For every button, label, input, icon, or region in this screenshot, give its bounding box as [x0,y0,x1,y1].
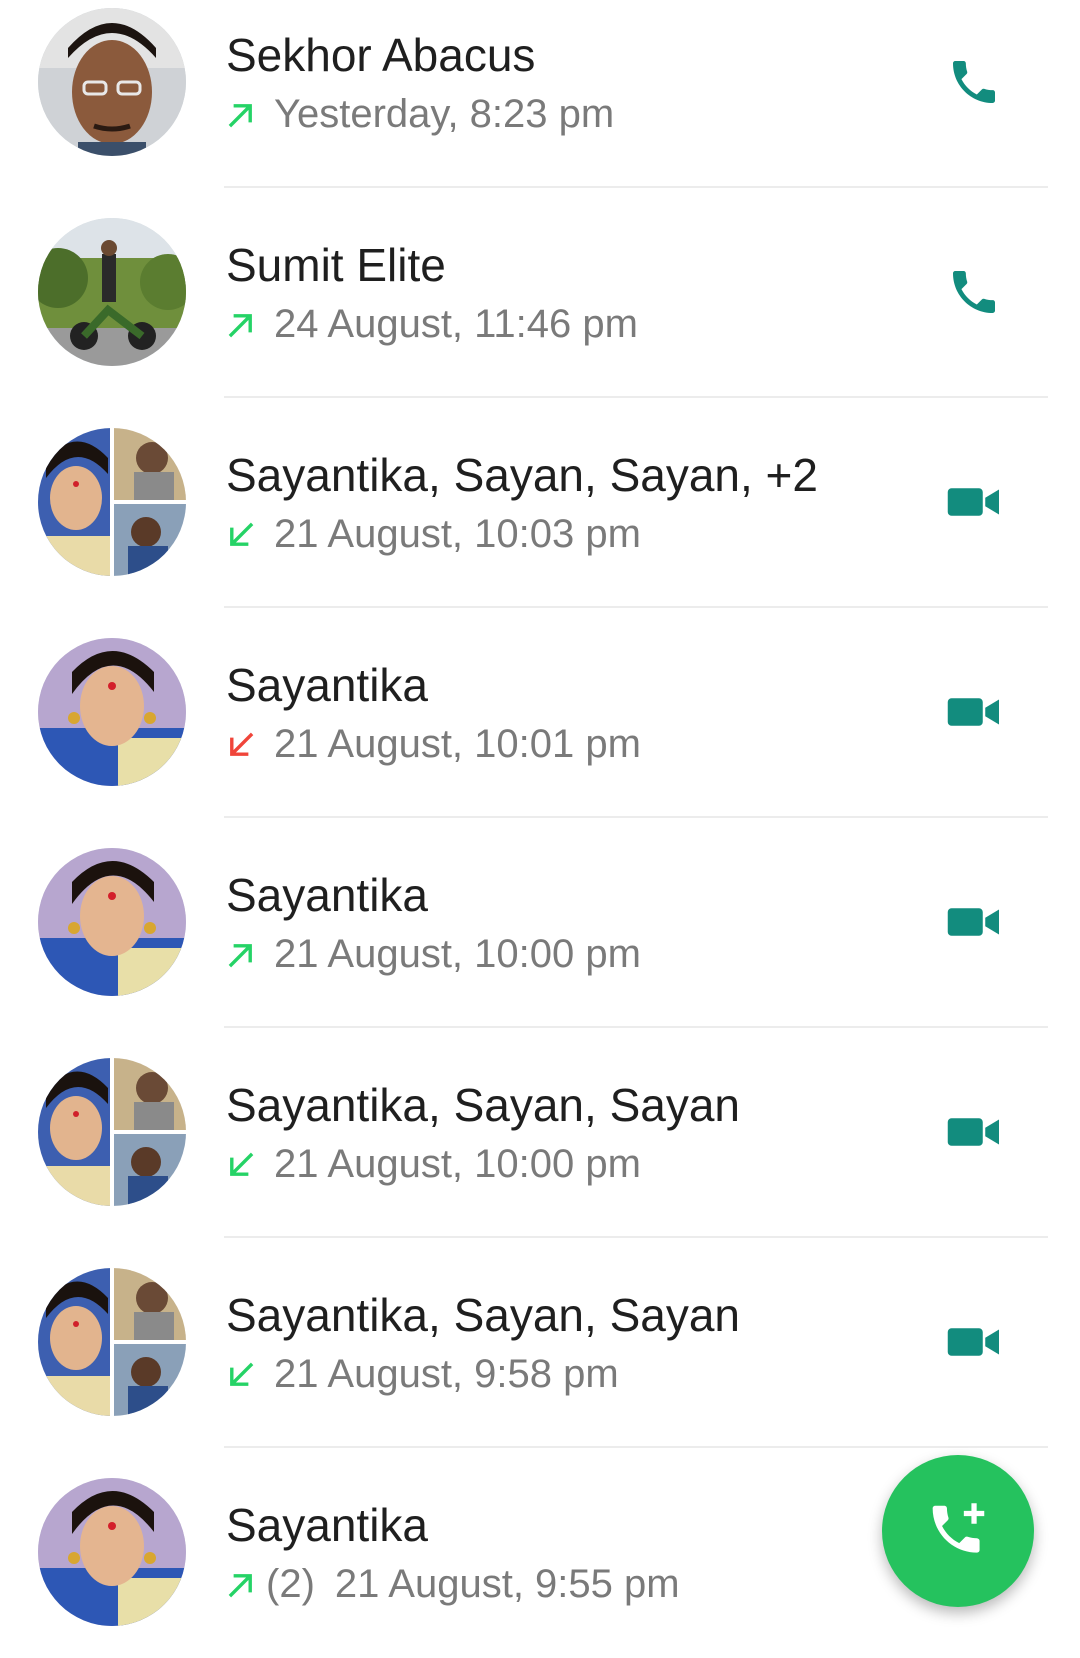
contact-avatar[interactable] [38,848,186,996]
new-call-fab[interactable] [882,1455,1034,1607]
contact-name: Sayantika [226,1499,429,1551]
contact-name: Sayantika, Sayan, Sayan, +2 [226,449,819,501]
video-call-button[interactable] [938,886,1010,958]
video-camera-icon [947,908,999,936]
incoming-arrow-icon [230,1152,254,1176]
contact-name: Sekhor Abacus [226,29,536,81]
video-call-button[interactable] [938,1096,1010,1168]
call-details: Yesterday, 8:23 pm [224,92,614,137]
call-details: 21 August, 10:00 pm [224,1142,641,1187]
video-call-button[interactable] [938,1306,1010,1378]
call-details: 24 August, 11:46 pm [224,302,638,347]
call-row[interactable]: Sayantika, Sayan, Sayan 21 August, 10:00… [0,1028,1080,1238]
missed-arrow-icon [230,732,254,756]
call-time: 21 August, 10:03 pm [274,512,641,556]
call-details: 21 August, 10:01 pm [224,722,641,767]
call-row[interactable]: Sayantika 21 August, 10:00 pm [0,818,1080,1028]
contact-name: Sayantika, Sayan, Sayan [226,1289,740,1341]
incoming-arrow-icon [230,522,254,546]
call-time: 21 August, 10:01 pm [274,722,641,766]
contact-name: Sayantika [226,869,429,921]
contact-avatar[interactable] [38,218,186,366]
contact-avatar[interactable] [38,1478,186,1626]
voice-call-button[interactable] [938,46,1010,118]
add-call-icon [932,1503,985,1553]
call-row[interactable]: Sumit Elite 24 August, 11:46 pm [0,188,1080,398]
contact-avatar[interactable] [38,638,186,786]
contact-avatar[interactable] [38,8,186,156]
contact-name: Sayantika [226,659,429,711]
call-details: 21 August, 10:00 pm [224,932,641,977]
call-row[interactable]: Sekhor Abacus Yesterday, 8:23 pm [0,0,1080,188]
video-call-button[interactable] [938,466,1010,538]
video-camera-icon [947,698,999,726]
call-time: 21 August, 9:55 pm [334,1562,680,1606]
group-avatar[interactable] [38,1268,186,1416]
outgoing-arrow-icon [228,313,252,337]
call-time: 21 August, 10:00 pm [274,932,641,976]
call-count: (2) [266,1562,315,1606]
call-details: (2) 21 August, 9:55 pm [224,1562,680,1607]
call-details: 21 August, 9:58 pm [224,1352,619,1397]
call-row[interactable]: Sayantika, Sayan, Sayan, +2 21 August, 1… [0,398,1080,608]
call-details: 21 August, 10:03 pm [224,512,641,557]
call-row[interactable]: Sayantika, Sayan, Sayan 21 August, 9:58 … [0,1238,1080,1448]
video-call-button[interactable] [938,676,1010,748]
video-camera-icon [947,1118,999,1146]
contact-name: Sayantika, Sayan, Sayan [226,1079,740,1131]
contact-name: Sumit Elite [226,239,446,291]
call-row[interactable]: Sayantika 21 August, 10:01 pm [0,608,1080,818]
outgoing-arrow-icon [228,103,252,127]
call-time: 21 August, 9:58 pm [274,1352,619,1396]
group-avatar[interactable] [38,1058,186,1206]
outgoing-arrow-icon [228,1573,252,1597]
call-time: 21 August, 10:00 pm [274,1142,641,1186]
call-time: Yesterday, 8:23 pm [274,92,615,136]
group-avatar[interactable] [38,428,186,576]
phone-icon [953,61,995,103]
outgoing-arrow-icon [228,943,252,967]
voice-call-button[interactable] [938,256,1010,328]
video-camera-icon [947,488,999,516]
video-camera-icon [947,1328,999,1356]
call-log-list: Sekhor Abacus Yesterday, 8:23 pm Sumit E… [0,0,1080,1658]
incoming-arrow-icon [230,1362,254,1386]
call-time: 24 August, 11:46 pm [274,302,638,346]
phone-icon [953,271,995,313]
